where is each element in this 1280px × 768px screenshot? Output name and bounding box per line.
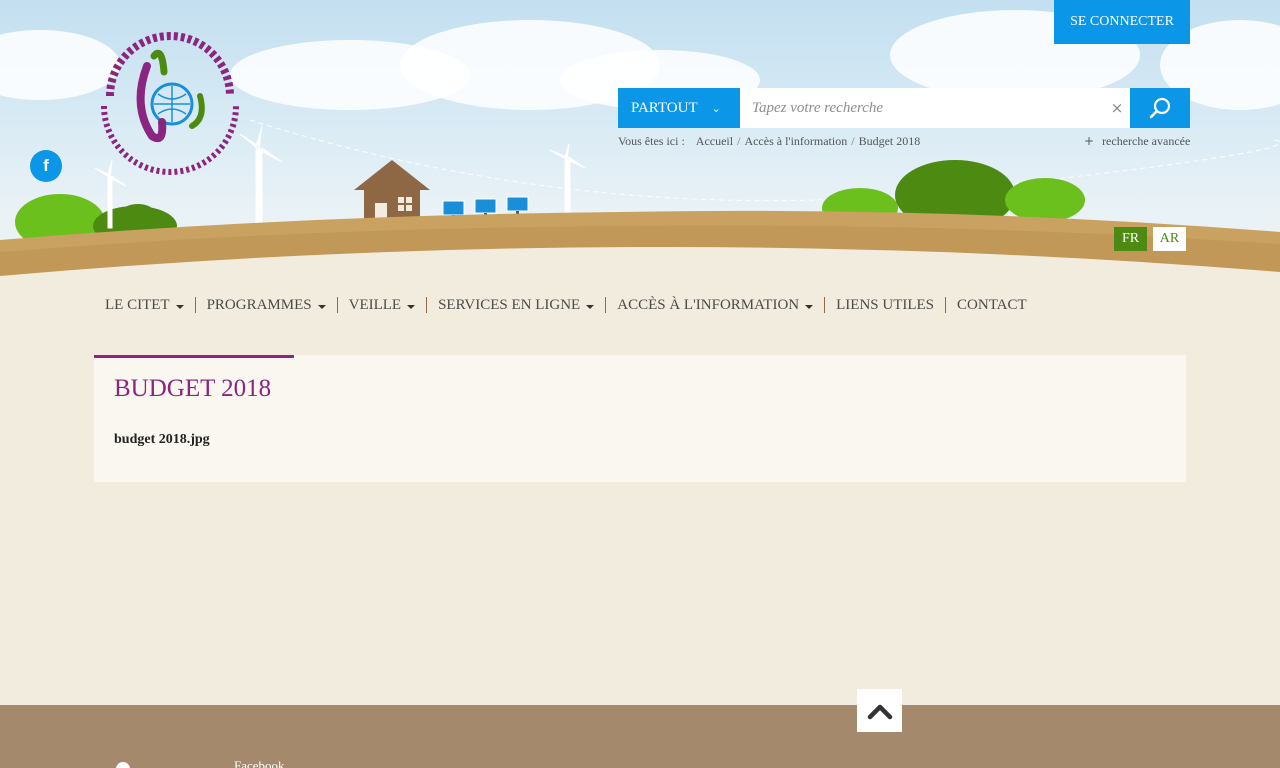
breadcrumb-access-link[interactable]: Accès à l'information	[744, 134, 847, 149]
main-navigation: LE CITET PROGRAMMES VEILLE SERVICES EN L…	[94, 292, 1038, 318]
title-accent-bar	[94, 355, 294, 358]
nav-item-label: LE CITET	[105, 297, 170, 313]
search-input[interactable]	[740, 88, 1130, 128]
breadcrumb-prefix: Vous êtes ici :	[618, 134, 685, 148]
nav-item-label: PROGRAMMES	[206, 297, 312, 313]
advanced-search-link[interactable]: + recherche avancée	[1084, 134, 1190, 149]
back-to-top-button[interactable]	[857, 689, 902, 732]
breadcrumb-separator: /	[851, 134, 855, 148]
file-link[interactable]: budget 2018.jpg	[114, 432, 210, 448]
language-fr-button[interactable]: FR	[1114, 227, 1147, 251]
chevron-down-icon: ⌄	[711, 101, 721, 115]
nav-item-label: CONTACT	[957, 297, 1027, 313]
caret-down-icon	[317, 304, 326, 309]
advanced-search-label: recherche avancée	[1102, 134, 1191, 148]
clear-icon[interactable]: ×	[1108, 98, 1126, 118]
nav-item-acces-information[interactable]: ACCÈS À L'INFORMATION	[605, 297, 824, 313]
nav-item-services-en-ligne[interactable]: SERVICES EN LIGNE	[426, 297, 605, 313]
nav-item-contact[interactable]: CONTACT	[945, 297, 1038, 313]
page-title: BUDGET 2018	[114, 375, 272, 402]
footer-facebook-link[interactable]: Facebook	[234, 758, 285, 768]
nav-item-label: ACCÈS À L'INFORMATION	[617, 297, 800, 313]
search-bar: PARTOUT ⌄ ×	[618, 88, 1190, 128]
breadcrumb-home-link[interactable]: Accueil	[696, 134, 733, 149]
nav-item-veille[interactable]: VEILLE	[336, 297, 426, 313]
plus-icon: +	[1084, 134, 1095, 148]
breadcrumb-separator: /	[737, 134, 741, 148]
nav-item-le-citet[interactable]: LE CITET	[94, 297, 195, 313]
house-illustration	[354, 160, 430, 226]
citet-logo	[101, 32, 239, 175]
language-ar-button[interactable]: AR	[1153, 227, 1186, 251]
login-button[interactable]: SE CONNECTER	[1054, 0, 1190, 44]
search-scope-dropdown[interactable]: PARTOUT ⌄	[618, 88, 740, 128]
content-panel: BUDGET 2018 budget 2018.jpg	[94, 355, 1186, 482]
caret-down-icon	[586, 304, 595, 309]
breadcrumb-current: Budget 2018	[858, 134, 921, 148]
search-button[interactable]	[1130, 88, 1190, 128]
nav-item-label: LIENS UTILES	[836, 297, 935, 313]
site-footer: Facebook	[0, 705, 1280, 768]
caret-down-icon	[175, 304, 184, 309]
breadcrumb: Vous êtes ici : Accueil / Accès à l'info…	[618, 134, 920, 149]
nav-item-label: SERVICES EN LIGNE	[438, 297, 581, 313]
nav-item-programmes[interactable]: PROGRAMMES	[194, 297, 337, 313]
nav-item-liens-utiles[interactable]: LIENS UTILES	[824, 297, 945, 313]
search-scope-label: PARTOUT	[631, 99, 698, 116]
search-icon	[1149, 97, 1171, 119]
nav-item-label: VEILLE	[348, 297, 402, 313]
wind-turbine	[549, 143, 586, 221]
footer-icon	[116, 762, 130, 768]
caret-down-icon	[407, 304, 416, 309]
facebook-icon[interactable]: f	[30, 150, 62, 182]
chevron-up-icon	[867, 704, 892, 719]
caret-down-icon	[805, 304, 814, 309]
